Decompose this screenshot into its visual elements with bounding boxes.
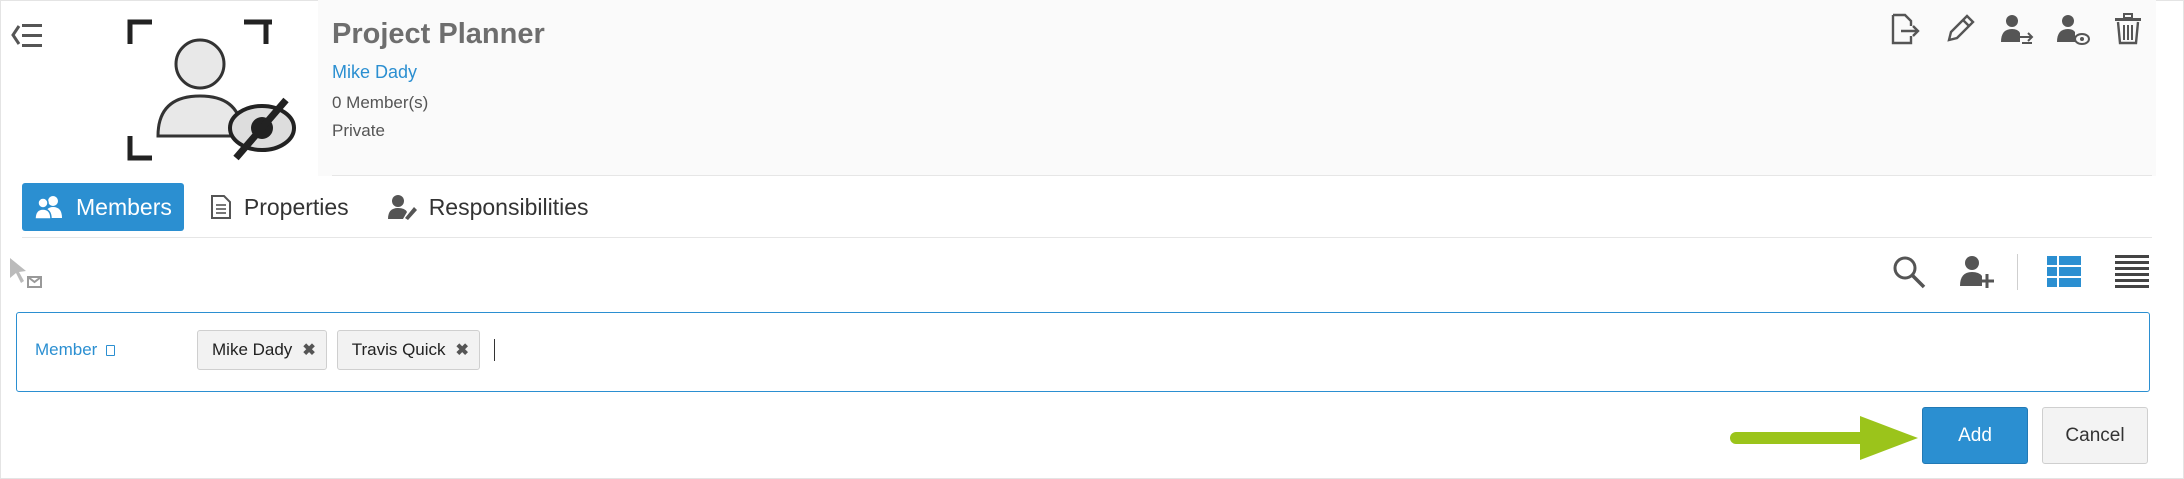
tab-responsibilities-label: Responsibilities: [428, 193, 589, 220]
member-label-text: Member: [35, 340, 98, 359]
tab-bar: Members Properties Responsibilities: [22, 182, 615, 232]
search-icon[interactable]: [1887, 250, 1931, 294]
menu-toggle-icon[interactable]: [10, 18, 50, 54]
private-group-avatar-icon: [126, 18, 304, 162]
list-view-icon[interactable]: [2110, 250, 2154, 294]
member-picker[interactable]: Member Mike Dady ✖ Travis Quick ✖: [16, 312, 2150, 392]
header-actions: [1886, 10, 2146, 48]
member-chip-label: Travis Quick: [351, 340, 446, 359]
page-title: Project Planner: [332, 18, 545, 50]
header-divider: [332, 175, 2152, 176]
selected-members: Mike Dady ✖ Travis Quick ✖: [197, 330, 495, 370]
members-count: 0 Member(s): [332, 93, 429, 112]
document-icon: [210, 195, 231, 219]
trash-icon[interactable]: [2110, 10, 2146, 48]
owner-link[interactable]: Mike Dady: [332, 62, 417, 83]
remove-chip-icon[interactable]: ✖: [456, 340, 469, 360]
visibility-icon[interactable]: [2054, 10, 2090, 48]
member-field-label: Member: [35, 340, 116, 360]
member-chip: Travis Quick ✖: [336, 330, 480, 370]
select-mode-icon[interactable]: [8, 256, 44, 292]
tab-responsibilities[interactable]: Responsibilities: [375, 183, 601, 231]
responsibilities-icon: [387, 195, 417, 220]
tile-view-icon[interactable]: [2042, 250, 2086, 294]
text-caret[interactable]: [493, 339, 495, 361]
tabs-divider: [22, 237, 2152, 238]
privacy-status: Private: [332, 121, 385, 140]
transfer-ownership-icon[interactable]: [1998, 10, 2034, 48]
members-icon: [34, 196, 62, 220]
tab-members[interactable]: Members: [22, 183, 184, 231]
member-chip-label: Mike Dady: [212, 340, 293, 359]
pointer-arrow-icon: [1730, 410, 1920, 466]
tab-properties-label: Properties: [243, 193, 349, 220]
add-member-icon[interactable]: [1955, 250, 1999, 294]
member-chip: Mike Dady ✖: [197, 330, 327, 370]
export-icon[interactable]: [1886, 10, 1922, 48]
add-button[interactable]: Add: [1922, 407, 2028, 464]
tab-members-label: Members: [76, 193, 172, 220]
edit-pencil-icon[interactable]: [1942, 10, 1978, 48]
toolbar-separator: [2017, 254, 2018, 290]
cancel-button[interactable]: Cancel: [2042, 407, 2148, 464]
required-marker-icon: [106, 344, 116, 356]
remove-chip-icon[interactable]: ✖: [302, 340, 315, 360]
header-background: [318, 0, 2156, 176]
tab-properties[interactable]: Properties: [198, 183, 361, 231]
list-toolbar: [1863, 250, 2154, 294]
